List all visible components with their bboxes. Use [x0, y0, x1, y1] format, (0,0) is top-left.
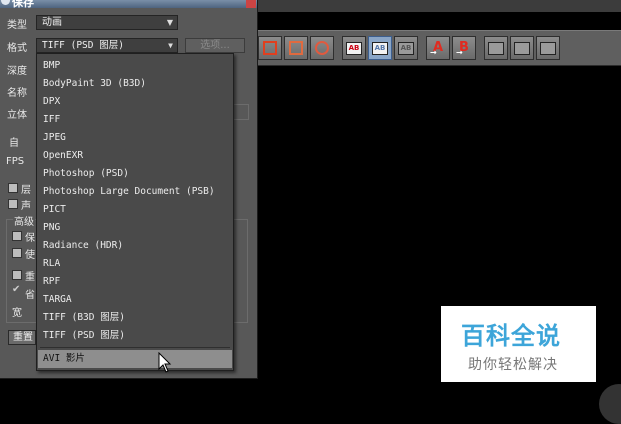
- layer-checkbox[interactable]: [8, 183, 18, 193]
- format-label: 格式: [7, 43, 27, 54]
- dropdown-option[interactable]: BodyPaint 3D (B3D): [38, 75, 232, 93]
- option-b-checkbox[interactable]: [12, 248, 22, 258]
- dropdown-option[interactable]: TIFF (B3D 图层): [38, 309, 232, 327]
- ab-compare-button[interactable]: AB: [342, 36, 366, 60]
- type-label: 类型: [7, 20, 27, 31]
- a-to-button[interactable]: A →: [426, 36, 450, 60]
- frame-view-icon[interactable]: [536, 36, 560, 60]
- dropdown-option[interactable]: RLA: [38, 255, 232, 273]
- watermark-subtitle: 助你轻松解决: [468, 357, 558, 373]
- format-dropdown-list: BMP BodyPaint 3D (B3D) DPX IFF JPEG OpenEXR Ph…: [36, 53, 234, 371]
- auto-label: 自: [9, 138, 19, 149]
- dropdown-separator: [40, 347, 230, 348]
- mouse-pointer-icon: [158, 352, 172, 373]
- dropdown-option[interactable]: PICT: [38, 201, 232, 219]
- type-select[interactable]: 动画 ▼: [36, 15, 178, 30]
- people-save-icon[interactable]: [310, 36, 334, 60]
- dropdown-option[interactable]: TARGA: [38, 291, 232, 309]
- watermark-title: 百科全说: [461, 322, 561, 350]
- picture-viewer-toolbar: AB AB AB A → B →: [258, 30, 621, 66]
- watermark-logo: 百科全说 助你轻松解决: [441, 306, 596, 382]
- dropdown-option[interactable]: AVI 影片: [38, 350, 232, 368]
- ab-overlay-button[interactable]: AB: [394, 36, 418, 60]
- reset-button[interactable]: 重置: [8, 330, 36, 345]
- frame-save-icon[interactable]: [258, 36, 282, 60]
- width-label: 宽: [12, 308, 22, 319]
- channel-view-icon[interactable]: [484, 36, 508, 60]
- dialog-titlebar: 保存: [0, 0, 257, 8]
- ab-split-button[interactable]: AB: [368, 36, 392, 60]
- advanced-label: 高级: [13, 213, 35, 228]
- type-value: 动画: [42, 17, 62, 28]
- dialog-title: 保存: [12, 0, 34, 8]
- option-c-label: 重: [25, 272, 35, 283]
- app-icon: [1, 0, 10, 5]
- option-a-label: 保: [25, 233, 35, 244]
- sound-label: 声: [21, 201, 31, 212]
- layer-label: 层: [21, 185, 31, 196]
- name-label: 名称: [7, 88, 27, 99]
- format-value: TIFF (PSD 图层): [42, 40, 124, 51]
- b-to-button[interactable]: B →: [452, 36, 476, 60]
- corner-decoration: [599, 384, 621, 424]
- chevron-down-icon: ▼: [168, 41, 173, 50]
- option-c-checkbox[interactable]: [12, 270, 22, 280]
- dropdown-option[interactable]: Photoshop Large Document (PSB): [38, 183, 232, 201]
- stereo-label: 立体: [7, 110, 27, 121]
- option-b-label: 使: [25, 250, 35, 261]
- checkmark-icon[interactable]: ✔: [12, 284, 20, 295]
- ab-overlay-icon: AB: [398, 41, 414, 55]
- dropdown-option[interactable]: Radiance (HDR): [38, 237, 232, 255]
- dropdown-option[interactable]: TIFF (PSD 图层): [38, 327, 232, 345]
- format-select[interactable]: TIFF (PSD 图层) ▼: [36, 38, 178, 53]
- ab-split-icon: AB: [372, 41, 388, 55]
- top-strip: [258, 0, 621, 12]
- dropdown-option[interactable]: Photoshop (PSD): [38, 165, 232, 183]
- dropdown-option[interactable]: DPX: [38, 93, 232, 111]
- fps-label: FPS: [6, 156, 25, 167]
- ab-compare-icon: AB: [346, 41, 362, 55]
- option-d-label: 省: [25, 290, 35, 301]
- chevron-down-icon: ▼: [166, 18, 173, 27]
- depth-label: 深度: [7, 66, 27, 77]
- dropdown-option[interactable]: BMP: [38, 57, 232, 75]
- dropdown-option[interactable]: RPF: [38, 273, 232, 291]
- sound-checkbox[interactable]: [8, 199, 18, 209]
- dropdown-option[interactable]: PNG: [38, 219, 232, 237]
- close-button[interactable]: [246, 0, 256, 8]
- options-button[interactable]: 选项...: [185, 38, 245, 53]
- option-a-checkbox[interactable]: [12, 231, 22, 241]
- dropdown-option[interactable]: OpenEXR: [38, 147, 232, 165]
- stereo-stepper[interactable]: [233, 104, 249, 120]
- dropdown-option[interactable]: IFF: [38, 111, 232, 129]
- region-save-icon[interactable]: [284, 36, 308, 60]
- dropdown-option[interactable]: JPEG: [38, 129, 232, 147]
- grid-view-icon[interactable]: [510, 36, 534, 60]
